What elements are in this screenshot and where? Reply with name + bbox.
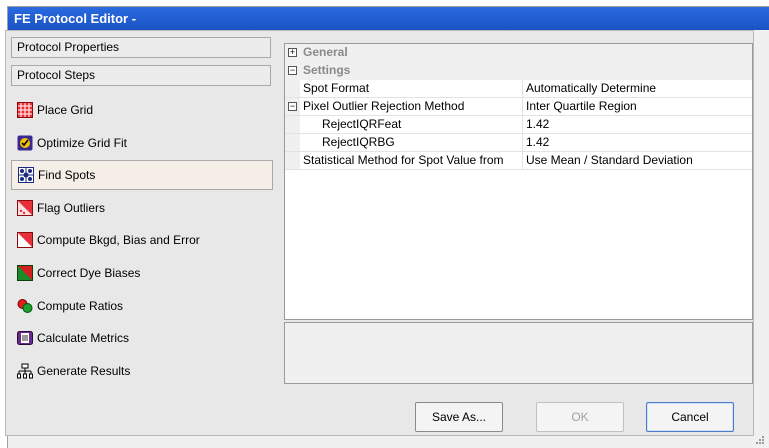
category-label: Settings xyxy=(303,63,351,77)
resize-grip-icon[interactable] xyxy=(755,435,765,445)
step-flag-outliers[interactable]: Flag Outliers xyxy=(11,193,273,223)
step-compute-ratios[interactable]: Compute Ratios xyxy=(11,291,273,321)
property-row-spot-format[interactable]: Spot Format Automatically Determine xyxy=(285,80,752,98)
cancel-button[interactable]: Cancel xyxy=(646,402,734,432)
collapse-icon[interactable]: − xyxy=(288,66,297,75)
step-generate-results[interactable]: Generate Results xyxy=(11,356,273,386)
property-value[interactable]: Use Mean / Standard Deviation xyxy=(523,152,752,169)
step-label: Calculate Metrics xyxy=(37,331,130,346)
step-find-spots[interactable]: Find Spots xyxy=(11,160,273,191)
category-label: General xyxy=(303,45,348,59)
step-label: Compute Ratios xyxy=(37,298,124,313)
step-label: Place Grid xyxy=(37,103,94,117)
property-row-reject-iqr-bg[interactable]: RejectIQRBG 1.42 xyxy=(285,134,752,152)
save-as-button[interactable]: Save As... xyxy=(415,402,503,432)
property-row-pixel-outlier[interactable]: − Pixel Outlier Rejection Method Inter Q… xyxy=(285,98,752,116)
results-icon xyxy=(17,363,33,379)
step-label: Optimize Grid Fit xyxy=(37,135,128,150)
flag-outliers-icon xyxy=(17,199,33,216)
optimize-icon xyxy=(17,135,33,151)
step-calculate-metrics[interactable]: Calculate Metrics xyxy=(11,323,273,353)
property-value[interactable]: Automatically Determine xyxy=(523,80,752,97)
protocol-properties-button[interactable]: Protocol Properties xyxy=(11,37,271,58)
compute-bkgd-icon xyxy=(17,232,33,249)
step-place-grid[interactable]: Place Grid xyxy=(11,95,273,125)
step-correct-dye-biases[interactable]: Correct Dye Biases xyxy=(11,258,273,288)
expand-icon[interactable]: + xyxy=(288,48,297,57)
description-panel xyxy=(284,322,753,384)
ok-button[interactable]: OK xyxy=(536,402,624,432)
ratios-icon xyxy=(17,298,33,314)
metrics-icon xyxy=(17,330,33,346)
protocol-steps-button[interactable]: Protocol Steps xyxy=(11,65,271,86)
property-value[interactable]: Inter Quartile Region xyxy=(523,98,752,115)
property-name: RejectIQRFeat xyxy=(300,116,523,133)
grid-icon xyxy=(17,102,33,118)
property-name: Statistical Method for Spot Value from xyxy=(300,152,523,169)
protocol-steps-list: Place Grid Optimize Grid Fit Find Spots … xyxy=(11,95,273,388)
category-settings[interactable]: − Settings xyxy=(285,62,752,80)
property-value[interactable]: 1.42 xyxy=(523,116,752,133)
step-label: Correct Dye Biases xyxy=(37,265,141,280)
find-spots-icon xyxy=(18,167,34,184)
step-label: Flag Outliers xyxy=(37,200,106,215)
property-grid: + General − Settings Spot Format Automat… xyxy=(284,43,753,320)
step-label: Compute Bkgd, Bias and Error xyxy=(37,233,200,248)
collapse-icon[interactable]: − xyxy=(288,102,297,111)
category-general[interactable]: + General xyxy=(285,44,752,62)
property-row-statistical-method[interactable]: Statistical Method for Spot Value from U… xyxy=(285,152,752,170)
step-label: Find Spots xyxy=(38,168,96,183)
correct-dye-icon xyxy=(17,264,33,281)
property-name: RejectIQRBG xyxy=(300,134,523,151)
step-optimize-grid-fit[interactable]: Optimize Grid Fit xyxy=(11,128,273,158)
step-compute-bkgd[interactable]: Compute Bkgd, Bias and Error xyxy=(11,225,273,255)
window-title: FE Protocol Editor - xyxy=(8,7,769,30)
property-row-reject-iqr-feat[interactable]: RejectIQRFeat 1.42 xyxy=(285,116,752,134)
property-value[interactable]: 1.42 xyxy=(523,134,752,151)
property-name: Spot Format xyxy=(300,80,523,97)
step-label: Generate Results xyxy=(37,363,131,378)
left-panel: Protocol Properties Protocol Steps Place… xyxy=(11,37,273,388)
property-name: Pixel Outlier Rejection Method xyxy=(300,98,523,115)
